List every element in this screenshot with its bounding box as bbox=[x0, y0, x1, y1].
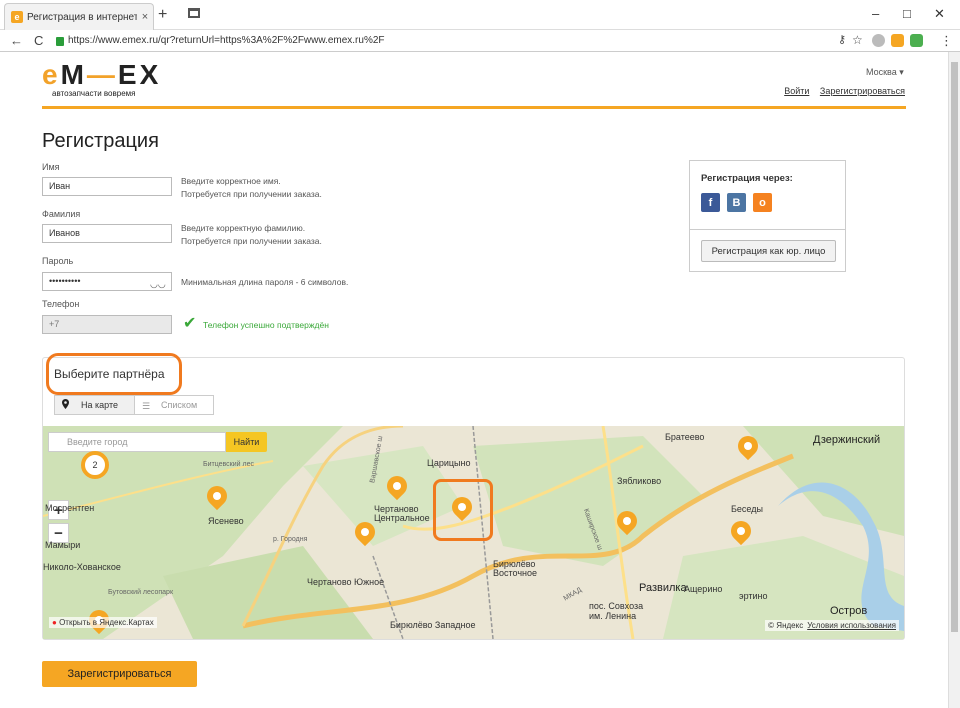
map-label-besedy: Беседы bbox=[731, 504, 763, 514]
extension-gray-icon[interactable] bbox=[872, 34, 885, 47]
check-icon: ✔ bbox=[183, 315, 197, 332]
browser-titlebar: e Регистрация в интернет-магаз × + – □ ✕ bbox=[0, 0, 960, 30]
highlight-annotation bbox=[46, 353, 182, 395]
phone-confirmed-text: Телефон успешно подтверждён bbox=[203, 320, 329, 330]
map-terms-link[interactable]: Условия использования bbox=[807, 621, 896, 630]
map-label-ertino: эртино bbox=[739, 591, 768, 601]
map-label-dzerzhinsky: Дзержинский bbox=[813, 434, 881, 446]
lock-icon bbox=[56, 36, 64, 46]
map-label-biryulevo-v: Бирюлёво Восточное bbox=[493, 559, 538, 578]
surname-hint-line-1: Введите корректную фамилию. bbox=[181, 223, 306, 233]
url-text: https://www.emex.ru/qr?returnUrl=https%3… bbox=[68, 35, 385, 46]
map-copyright: © Яндекс Условия использования bbox=[765, 620, 899, 631]
phone-label: Телефон bbox=[42, 299, 80, 309]
map-label-mosrentgen: Мосрентген bbox=[45, 503, 95, 513]
name-hint: Введите корректное имя. Потребуется при … bbox=[181, 175, 322, 201]
name-hint-line-2: Потребуется при получении заказа. bbox=[181, 189, 322, 199]
login-link[interactable]: Войти bbox=[784, 86, 809, 96]
vk-icon[interactable]: В bbox=[727, 193, 746, 212]
city-selector[interactable]: Москва ▾ bbox=[866, 67, 904, 78]
map-city-search-input[interactable]: Введите город bbox=[48, 432, 226, 452]
page-scrollbar[interactable] bbox=[948, 52, 960, 708]
tab-search-icon[interactable] bbox=[188, 8, 200, 18]
reload-button[interactable]: C bbox=[34, 33, 43, 48]
name-label: Имя bbox=[42, 162, 60, 172]
map-label-biryulevo-z: Бирюлёво Западное bbox=[390, 620, 476, 630]
close-window-button[interactable]: ✕ bbox=[934, 6, 945, 22]
show-password-icon[interactable]: ◡◡ bbox=[150, 279, 166, 290]
logo-end: EX bbox=[117, 59, 162, 90]
scrollbar-thumb[interactable] bbox=[951, 62, 958, 632]
legal-entity-button[interactable]: Регистрация как юр. лицо bbox=[701, 240, 836, 262]
browser-tab[interactable]: e Регистрация в интернет-магаз × bbox=[4, 3, 154, 30]
register-button[interactable]: Зарегистрироваться bbox=[42, 661, 197, 687]
social-register-panel: Регистрация через: f В о Регистрация как… bbox=[689, 160, 846, 272]
address-bar: ← C https://www.emex.ru/qr?returnUrl=htt… bbox=[0, 30, 960, 52]
tab-close-icon[interactable]: × bbox=[137, 11, 153, 23]
browser-menu-icon[interactable]: ⋮ bbox=[940, 33, 953, 49]
back-button[interactable]: ← bbox=[10, 33, 23, 48]
emex-favicon-icon: e bbox=[11, 11, 23, 23]
map-label-gorodnya: р. Городня bbox=[273, 536, 308, 543]
surname-field[interactable]: Иванов bbox=[42, 224, 172, 243]
header-links: Войти Зарегистрироваться bbox=[776, 86, 905, 96]
bookmark-star-icon[interactable]: ☆ bbox=[852, 33, 863, 47]
maximize-button[interactable]: □ bbox=[903, 6, 911, 21]
extension-green-icon[interactable] bbox=[910, 34, 923, 47]
surname-label: Фамилия bbox=[42, 209, 81, 219]
map-label-chertanovo-c: Чертаново Центральное bbox=[374, 504, 430, 523]
minimize-button[interactable]: – bbox=[872, 6, 879, 21]
register-link[interactable]: Зарегистрироваться bbox=[820, 86, 905, 96]
password-hint: Минимальная длина пароля - 6 символов. bbox=[181, 277, 349, 287]
map-label-nikolo: Николо-Хованское bbox=[43, 562, 121, 572]
password-label: Пароль bbox=[42, 256, 74, 266]
map-pin-icon bbox=[62, 399, 69, 409]
tab-title: Регистрация в интернет-магаз bbox=[27, 11, 137, 23]
list-icon: ☰ bbox=[142, 401, 151, 411]
map-label-chertanovo-yu: Чертаново Южное bbox=[307, 577, 385, 587]
surname-hint-line-2: Потребуется при получении заказа. bbox=[181, 236, 322, 246]
logo-wordmark: eM—EX bbox=[42, 61, 161, 89]
open-in-yandex-text: Открыть в Яндекс.Картах bbox=[59, 618, 154, 627]
name-hint-line-1: Введите корректное имя. bbox=[181, 176, 281, 186]
header-divider bbox=[42, 106, 906, 109]
extension-yellow-icon[interactable] bbox=[891, 34, 904, 47]
map-label-mamyri: Мамыри bbox=[45, 540, 81, 550]
logo-dash: — bbox=[86, 59, 118, 90]
new-tab-button[interactable]: + bbox=[158, 6, 167, 24]
url-field[interactable]: https://www.emex.ru/qr?returnUrl=https%3… bbox=[56, 33, 831, 49]
surname-hint: Введите корректную фамилию. Потребуется … bbox=[181, 222, 322, 248]
map-cluster-marker[interactable]: 2 bbox=[81, 451, 109, 479]
key-icon[interactable]: ⚷ bbox=[838, 33, 846, 46]
copyright-text: © Яндекс bbox=[768, 621, 804, 630]
map-label-razvilka: Развилка bbox=[639, 582, 687, 594]
partner-map[interactable]: ⚲ Введите город Найти + − 2 Мосрентген М… bbox=[43, 426, 904, 639]
odnoklassniki-icon[interactable]: о bbox=[753, 193, 772, 212]
logo-mid: M bbox=[60, 59, 87, 90]
logo-e: e bbox=[42, 59, 61, 90]
map-label-bitsevsky: Битцевский лес bbox=[203, 461, 254, 468]
facebook-icon[interactable]: f bbox=[701, 193, 720, 212]
selected-partner-highlight bbox=[433, 479, 493, 541]
map-label-yasenevo: Ясенево bbox=[208, 516, 244, 526]
name-field[interactable]: Иван bbox=[42, 177, 172, 196]
social-divider bbox=[690, 229, 845, 230]
map-label-brateevo: Братеево bbox=[665, 432, 705, 442]
map-label-atsherino: Ащерино bbox=[684, 584, 723, 594]
map-label-butovsky: Бутовский лесопарк bbox=[108, 589, 174, 596]
logo-tagline: автозапчасти вовремя bbox=[52, 89, 136, 98]
map-find-button[interactable]: Найти bbox=[226, 432, 267, 452]
map-label-tsaritsyno: Царицыно bbox=[427, 458, 471, 468]
map-label-zyablikovo: Зябликово bbox=[617, 476, 662, 486]
open-in-yandex-link[interactable]: ● Открыть в Яндекс.Картах bbox=[49, 617, 157, 628]
page-title: Регистрация bbox=[42, 130, 159, 152]
phone-field: +7 bbox=[42, 315, 172, 334]
map-label-ostrov: Остров bbox=[830, 605, 868, 617]
map-label-sovkhoz: пос. Совхоза им. Ленина bbox=[589, 601, 644, 621]
social-title: Регистрация через: bbox=[701, 173, 793, 184]
emex-logo[interactable]: eM—EX автозапчасти вовремя bbox=[42, 61, 161, 99]
